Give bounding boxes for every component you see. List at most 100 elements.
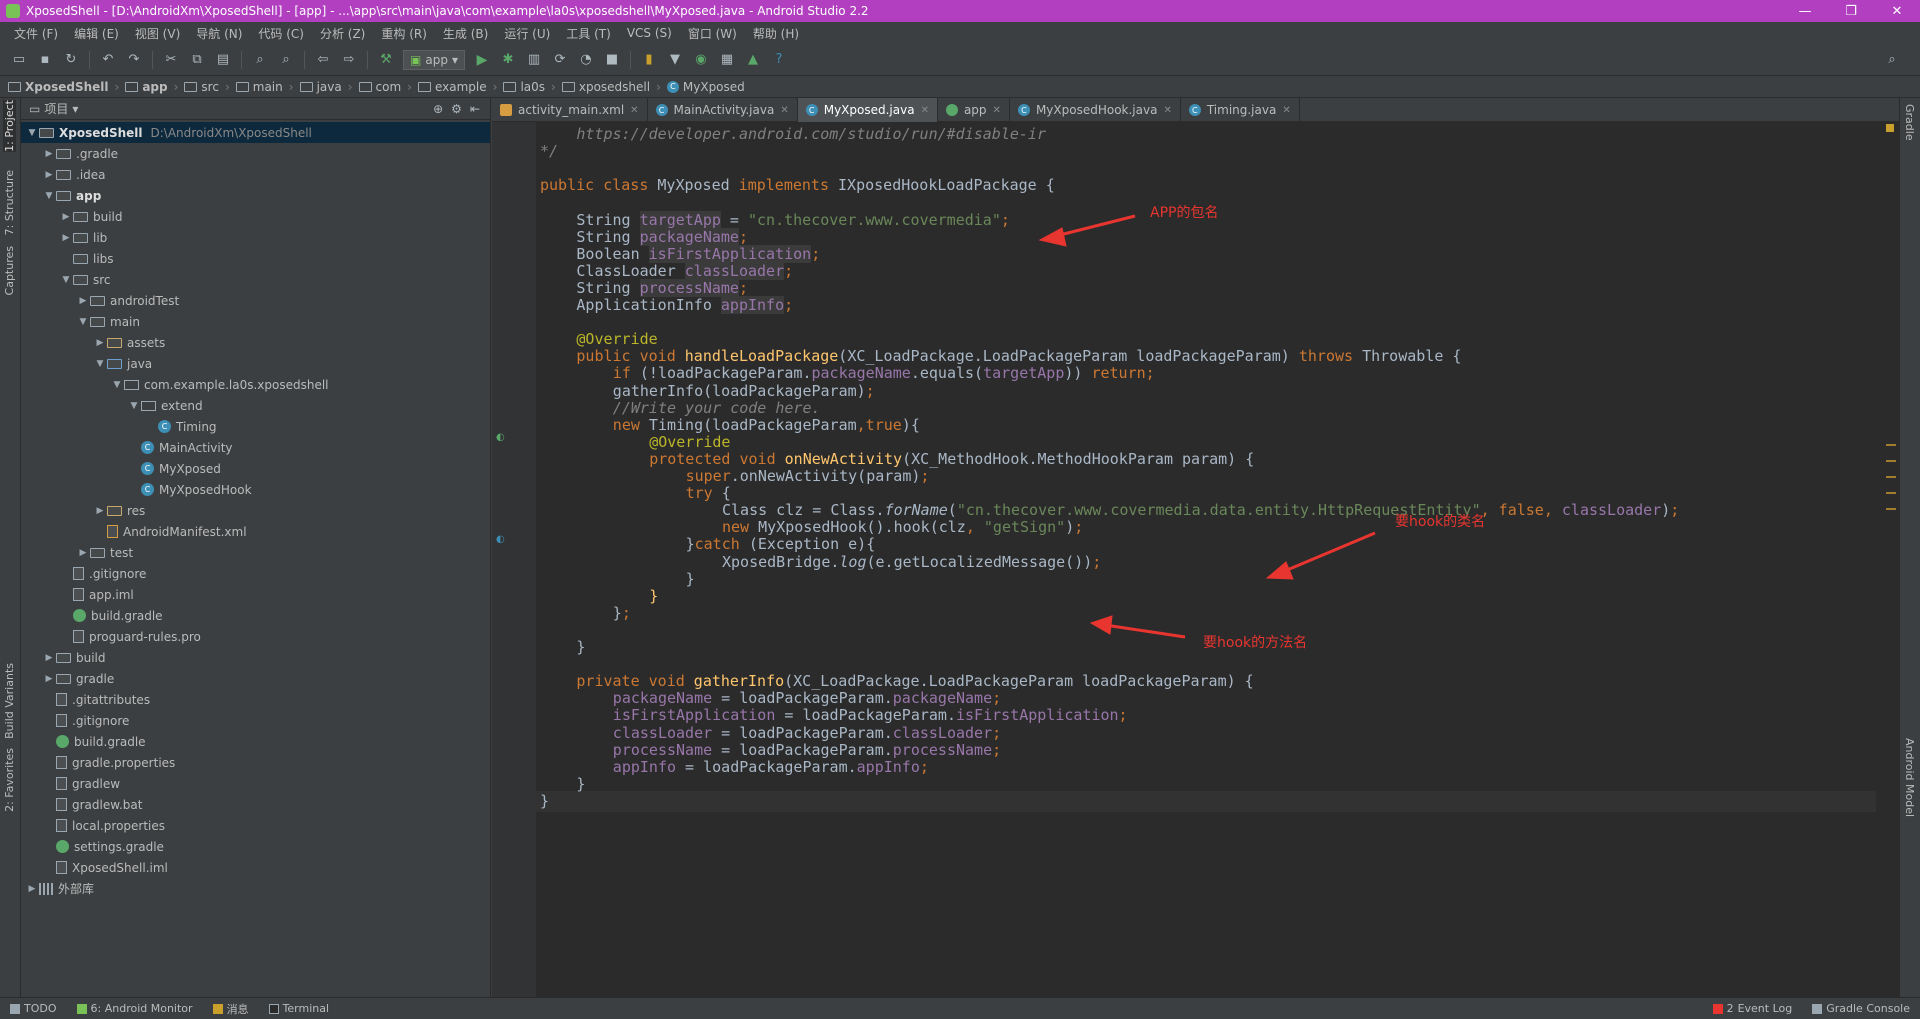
close-tab-icon[interactable]: ✕ xyxy=(1282,105,1290,116)
tree-item[interactable]: ·C Timing xyxy=(21,416,490,437)
run-icon[interactable]: ▶ xyxy=(472,50,492,70)
profile-icon[interactable]: ◔ xyxy=(576,50,596,70)
menu-item[interactable]: 代码 (C) xyxy=(250,25,312,42)
close-tab-icon[interactable]: ✕ xyxy=(1163,105,1171,116)
stop-icon[interactable]: ■ xyxy=(602,50,622,70)
tree-item[interactable]: · AndroidManifest.xml xyxy=(21,521,490,542)
search-everywhere-icon[interactable]: ⌕ xyxy=(1882,50,1902,70)
menu-item[interactable]: 生成 (B) xyxy=(435,25,496,42)
breadcrumb-item[interactable]: xposedshell xyxy=(561,80,650,94)
tree-item[interactable]: ▶ build xyxy=(21,206,490,227)
terminal-tab[interactable]: Terminal xyxy=(259,1002,340,1015)
cut-icon[interactable]: ✂ xyxy=(161,50,181,70)
event-log-tab[interactable]: 2 Event Log xyxy=(1703,1002,1803,1015)
redo-icon[interactable]: ↷ xyxy=(124,50,144,70)
collapse-arrow-icon[interactable]: ▶ xyxy=(59,233,73,243)
collapse-arrow-icon[interactable]: ▶ xyxy=(93,506,107,516)
menu-item[interactable]: 帮助 (H) xyxy=(745,25,807,42)
tree-item[interactable]: · build.gradle xyxy=(21,605,490,626)
avd-manager-icon[interactable]: ▮ xyxy=(639,50,659,70)
breadcrumb-item[interactable]: main xyxy=(235,80,283,94)
tree-item[interactable]: ▶ test xyxy=(21,542,490,563)
tree-item[interactable]: ▶ build xyxy=(21,647,490,668)
editor-tab[interactable]: app ✕ xyxy=(938,98,1010,122)
tree-item[interactable]: ▶ lib xyxy=(21,227,490,248)
tree-item[interactable]: ▶ .gradle xyxy=(21,143,490,164)
device-monitor-icon[interactable]: ▲ xyxy=(743,50,763,70)
error-stripe[interactable] xyxy=(1884,122,1898,997)
gradle-sync-icon[interactable]: ◉ xyxy=(691,50,711,70)
tree-item[interactable]: · libs xyxy=(21,248,490,269)
tool-tab-build-variants[interactable]: Build Variants xyxy=(3,663,16,739)
breadcrumb-item[interactable]: C MyXposed xyxy=(666,80,745,94)
run-configuration-select[interactable]: ▣ app ▾ xyxy=(403,49,465,70)
menu-item[interactable]: 分析 (Z) xyxy=(312,25,373,42)
forward-icon[interactable]: ⇨ xyxy=(339,50,359,70)
attach-debugger-icon[interactable]: ▥ xyxy=(524,50,544,70)
expand-arrow-icon[interactable]: ▼ xyxy=(59,275,73,285)
override-gutter-icon[interactable]: ◐ xyxy=(496,534,505,545)
hide-panel-icon[interactable]: ⇤ xyxy=(470,102,480,116)
tree-item[interactable]: · gradle.properties xyxy=(21,752,490,773)
make-project-icon[interactable]: ⚒ xyxy=(376,50,396,70)
tree-item[interactable]: · app.iml xyxy=(21,584,490,605)
collapse-arrow-icon[interactable]: ▶ xyxy=(76,548,90,558)
debug-icon[interactable]: ✱ xyxy=(498,50,518,70)
menu-item[interactable]: 编辑 (E) xyxy=(66,25,127,42)
tree-item[interactable]: · gradlew xyxy=(21,773,490,794)
tree-item[interactable]: · .gitattributes xyxy=(21,689,490,710)
collapse-arrow-icon[interactable]: ▶ xyxy=(42,674,56,684)
sync-icon[interactable]: ↻ xyxy=(61,50,81,70)
project-structure-icon[interactable]: ▦ xyxy=(717,50,737,70)
code-editor[interactable]: https://developer.android.com/studio/run… xyxy=(540,122,1880,997)
tree-item[interactable]: ▶ assets xyxy=(21,332,490,353)
tree-item[interactable]: ▼ main xyxy=(21,311,490,332)
minimize-button[interactable]: — xyxy=(1782,0,1828,22)
expand-arrow-icon[interactable]: ▼ xyxy=(93,359,107,369)
scroll-from-source-icon[interactable]: ⊕ xyxy=(433,102,443,116)
tree-item[interactable]: ▶ 外部库 xyxy=(21,878,490,899)
tree-item[interactable]: ▼ java xyxy=(21,353,490,374)
expand-arrow-icon[interactable]: ▼ xyxy=(110,380,124,390)
collapse-arrow-icon[interactable]: ▶ xyxy=(42,653,56,663)
tree-item[interactable]: ▶ res xyxy=(21,500,490,521)
save-icon[interactable]: ▪ xyxy=(35,50,55,70)
tree-item[interactable]: · settings.gradle xyxy=(21,836,490,857)
menu-item[interactable]: 运行 (U) xyxy=(496,25,558,42)
tool-tab-structure[interactable]: 7: Structure xyxy=(3,170,16,235)
sdk-manager-icon[interactable]: ▼ xyxy=(665,50,685,70)
editor-tab[interactable]: C MainActivity.java ✕ xyxy=(648,98,798,122)
tool-tab-project[interactable]: 1: Project xyxy=(3,100,16,152)
editor-tab[interactable]: C MyXposed.java ✕ xyxy=(797,98,938,122)
menu-item[interactable]: 文件 (F) xyxy=(6,25,66,42)
breadcrumb-item[interactable]: XposedShell xyxy=(8,80,109,94)
tree-item[interactable]: ▶ gradle xyxy=(21,668,490,689)
tree-item[interactable]: · proguard-rules.pro xyxy=(21,626,490,647)
apply-changes-icon[interactable]: ⟳ xyxy=(550,50,570,70)
help-icon[interactable]: ? xyxy=(769,50,789,70)
tree-item[interactable]: ▼ app xyxy=(21,185,490,206)
gradle-console-tab[interactable]: Gradle Console xyxy=(1802,1002,1920,1015)
open-folder-icon[interactable]: ▭ xyxy=(9,50,29,70)
tree-item[interactable]: ▼ extend xyxy=(21,395,490,416)
tree-item[interactable]: · .gitignore xyxy=(21,710,490,731)
breadcrumb-item[interactable]: src xyxy=(184,80,219,94)
tool-tab-android-model[interactable]: Android Model xyxy=(1903,738,1916,817)
settings-icon[interactable]: ⚙ xyxy=(451,102,462,116)
collapse-arrow-icon[interactable]: ▶ xyxy=(25,884,39,894)
tree-item[interactable]: ·C MyXposed xyxy=(21,458,490,479)
expand-arrow-icon[interactable]: ▼ xyxy=(127,401,141,411)
tool-tab-gradle[interactable]: Gradle xyxy=(1903,104,1916,141)
breadcrumb-item[interactable]: example xyxy=(417,80,487,94)
tree-item[interactable]: ▼ com.example.la0s.xposedshell xyxy=(21,374,490,395)
find-icon[interactable]: ⌕ xyxy=(250,50,270,70)
tree-item[interactable]: ·C MyXposedHook xyxy=(21,479,490,500)
close-tab-icon[interactable]: ✕ xyxy=(780,105,788,116)
back-icon[interactable]: ⇦ xyxy=(313,50,333,70)
breadcrumb-item[interactable]: app xyxy=(125,80,168,94)
maximize-button[interactable]: ❐ xyxy=(1828,0,1874,22)
tree-item[interactable]: · build.gradle xyxy=(21,731,490,752)
menu-item[interactable]: 窗口 (W) xyxy=(680,25,745,42)
close-tab-icon[interactable]: ✕ xyxy=(921,105,929,116)
collapse-arrow-icon[interactable]: ▶ xyxy=(59,212,73,222)
